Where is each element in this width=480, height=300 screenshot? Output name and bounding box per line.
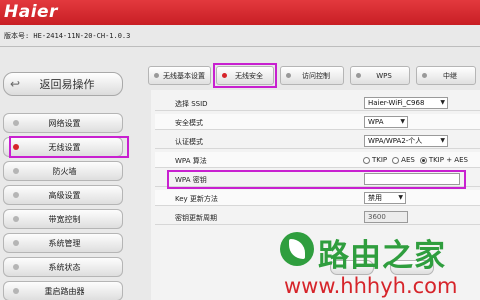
sidebar-item-label: 高级设置: [48, 190, 81, 200]
active-bullet-icon: [13, 144, 19, 150]
tab-label: WPS: [376, 71, 392, 80]
back-button-label: 返回易操作: [39, 78, 95, 91]
back-arrow-icon: ↩: [9, 77, 21, 91]
bullet-icon: [154, 73, 159, 78]
dropdown-arrow-icon: ▼: [398, 194, 403, 201]
key-update-select[interactable]: 禁用 ▼: [364, 192, 406, 204]
radio-tkip[interactable]: TKIP: [363, 156, 387, 164]
haier-logo: Haier: [4, 2, 58, 22]
radio-button[interactable]: [363, 156, 370, 164]
radio-tkip-aes[interactable]: TKIP + AES: [419, 156, 468, 164]
tab-access-control[interactable]: 访问控制: [280, 66, 344, 85]
sidebar-item-label: 带宽控制: [48, 214, 81, 224]
key-update-label: Key 更新方法: [175, 195, 218, 203]
ssid-select[interactable]: Haier-WiFi_C968 ▼: [364, 97, 448, 109]
row-key-period: 密钥更新周期: [155, 209, 480, 225]
sidebar-item-bandwidth[interactable]: 带宽控制: [3, 209, 123, 229]
radio-label: TKIP + AES: [428, 156, 468, 164]
bullet-icon: [13, 216, 19, 222]
sidebar-item-label: 无线设置: [48, 142, 81, 152]
sidebar-item-network[interactable]: 网络设置: [3, 113, 123, 133]
sidebar-item-label: 系统管理: [48, 238, 81, 248]
top-header-bar: Haier: [0, 0, 480, 25]
auth-mode-label: 认证模式: [175, 138, 203, 146]
sidebar-item-system-management[interactable]: 系统管理: [3, 233, 123, 253]
tab-label: 无线基本设置: [163, 71, 205, 80]
key-period-input[interactable]: 3600: [364, 211, 408, 223]
sidebar-item-system-status[interactable]: 系统状态: [3, 257, 123, 277]
bullet-icon: [13, 264, 19, 270]
wpa-key-label: WPA 密钥: [175, 176, 207, 184]
divider: [0, 46, 480, 47]
tab-wireless-basic[interactable]: 无线基本设置: [148, 66, 211, 85]
ssid-value: Haier-WiFi_C968: [368, 99, 425, 107]
tab-wps[interactable]: WPS: [350, 66, 410, 85]
row-wpa-algorithm: WPA 算法 TKIP AES TKIP + AES: [155, 152, 480, 168]
sidebar-item-label: 系统状态: [48, 262, 81, 272]
key-period-label: 密钥更新周期: [175, 214, 217, 222]
watermark-url: www.hhhyh.com: [284, 274, 458, 298]
tab-label: 中继: [443, 71, 457, 80]
bullet-icon: [422, 73, 427, 78]
sidebar-item-firewall[interactable]: 防火墙: [3, 161, 123, 181]
sidebar-item-advanced[interactable]: 高级设置: [3, 185, 123, 205]
sidebar-item-label: 重启路由器: [44, 286, 85, 296]
tab-label: 无线安全: [235, 71, 263, 80]
security-mode-label: 安全模式: [175, 119, 203, 127]
sidebar-item-label: 网络设置: [48, 118, 81, 128]
bullet-icon: [13, 120, 19, 126]
bullet-icon: [13, 192, 19, 198]
bullet-icon: [13, 240, 19, 246]
wpa-algorithm-radio-group: TKIP AES TKIP + AES: [363, 156, 473, 164]
sidebar-item-reboot[interactable]: 重启路由器: [3, 281, 123, 300]
dropdown-arrow-icon: ▼: [440, 137, 445, 144]
security-mode-value: WPA: [368, 118, 384, 126]
back-to-easy-mode-button[interactable]: ↩ 返回易操作: [3, 72, 123, 96]
watermark: 路由之家 www.hhhyh.com: [278, 224, 478, 300]
bullet-icon: [356, 73, 361, 78]
row-security-mode: 安全模式: [155, 114, 480, 130]
sidebar-item-wireless[interactable]: 无线设置: [3, 137, 123, 157]
tab-repeater[interactable]: 中继: [416, 66, 476, 85]
ssid-label: 选择 SSID: [175, 100, 208, 108]
active-bullet-icon: [222, 73, 227, 78]
radio-label: TKIP: [372, 156, 388, 164]
auth-mode-select[interactable]: WPA/WPA2-个人 ▼: [364, 135, 448, 147]
wpa-key-input[interactable]: [364, 173, 460, 185]
radio-button[interactable]: [392, 156, 400, 164]
firmware-version: 版本号: HE-2414-11N-20-CH-1.0.3: [4, 32, 131, 40]
auth-mode-value: WPA/WPA2-个人: [368, 137, 423, 145]
tab-wireless-security[interactable]: 无线安全: [216, 66, 274, 85]
tab-label: 访问控制: [302, 71, 330, 80]
wpa-algorithm-label: WPA 算法: [175, 157, 207, 165]
bullet-icon: [286, 73, 291, 78]
key-update-value: 禁用: [368, 194, 382, 202]
bullet-icon: [13, 168, 19, 174]
row-key-update: Key 更新方法: [155, 190, 480, 206]
dropdown-arrow-icon: ▼: [440, 99, 445, 106]
radio-aes[interactable]: AES: [392, 156, 415, 164]
bullet-icon: [13, 288, 19, 294]
dropdown-arrow-icon: ▼: [400, 118, 405, 125]
watermark-text: 路由之家: [318, 238, 446, 274]
security-mode-select[interactable]: WPA ▼: [364, 116, 408, 128]
sidebar-item-label: 防火墙: [52, 166, 77, 176]
radio-button-selected[interactable]: [419, 156, 427, 164]
radio-label: AES: [401, 156, 415, 164]
